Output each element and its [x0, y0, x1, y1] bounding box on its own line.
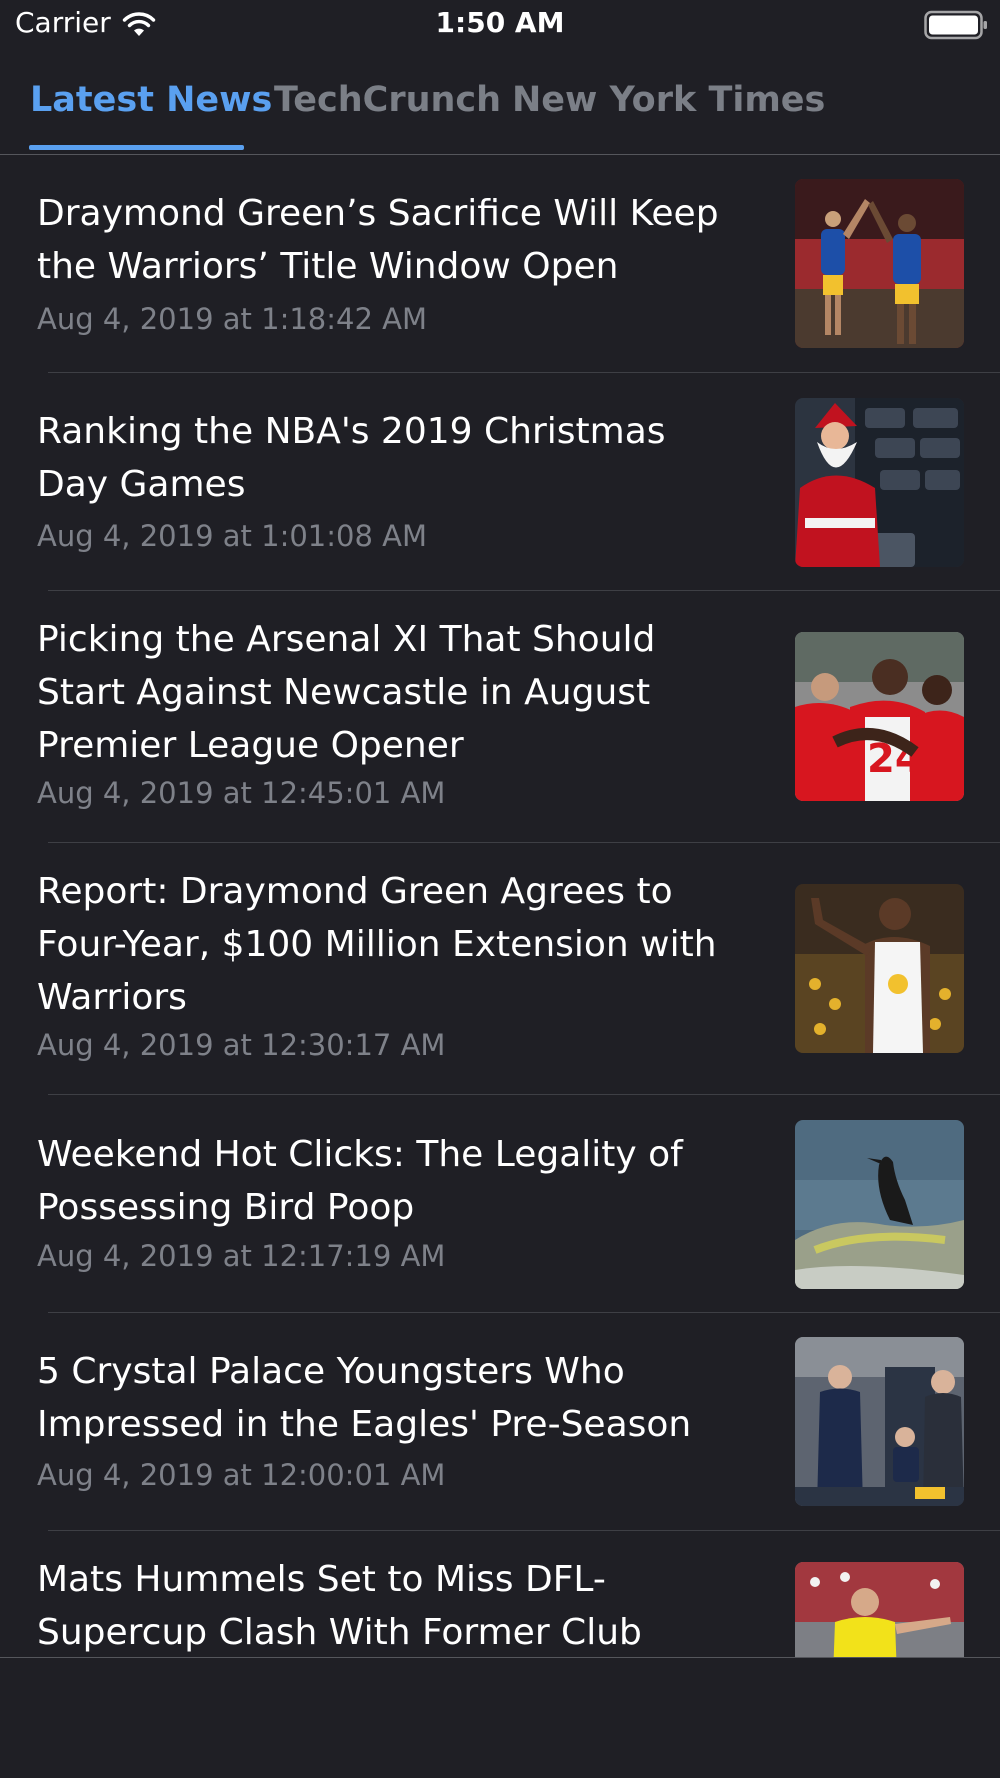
article-title: Draymond Green’s Sacrifice Will Keep the…: [37, 193, 719, 287]
article-thumbnail: [795, 884, 964, 1053]
app-screen: Carrier 1:50 AM Latest News TechCrunch N…: [0, 0, 1000, 1778]
news-item[interactable]: Picking the Arsenal XI That Should Start…: [0, 591, 1000, 843]
article-thumbnail: [795, 1337, 964, 1506]
arsenal-players-celebrating-icon: 24: [795, 632, 964, 801]
tab-techcrunch[interactable]: TechCrunch: [274, 80, 501, 120]
article-date: Aug 4, 2019 at 12:30:17 AM: [37, 1028, 446, 1062]
article-date: Aug 4, 2019 at 1:18:42 AM: [37, 302, 427, 336]
article-title: Picking the Arsenal XI That Should Start…: [37, 619, 656, 766]
news-item[interactable]: Weekend Hot Clicks: The Legality of Poss…: [0, 1095, 1000, 1313]
article-date: Aug 4, 2019 at 1:01:08 AM: [37, 519, 427, 553]
article-date: Aug 4, 2019 at 12:17:19 AM: [37, 1239, 446, 1273]
article-title: Mats Hummels Set to Miss DFL-Supercup Cl…: [37, 1559, 642, 1653]
article-title: 5 Crystal Palace Youngsters Who Impresse…: [37, 1351, 692, 1445]
article-title: Ranking the NBA's 2019 Christmas Day Gam…: [37, 411, 666, 505]
battery-icon: [924, 10, 987, 40]
news-item[interactable]: Ranking the NBA's 2019 Christmas Day Gam…: [0, 373, 1000, 591]
active-tab-indicator: [29, 145, 244, 150]
bottom-bar: [0, 1657, 1000, 1778]
article-thumbnail: [795, 179, 964, 348]
article-title: Weekend Hot Clicks: The Legality of Poss…: [37, 1134, 683, 1228]
article-title: Report: Draymond Green Agrees to Four-Ye…: [37, 871, 717, 1018]
cormorant-on-rock-icon: [795, 1120, 964, 1289]
basketball-players-high-five-icon: [795, 179, 964, 348]
article-date: Aug 4, 2019 at 12:00:01 AM: [37, 1458, 446, 1492]
source-tab-bar: Latest News TechCrunch New York Times: [0, 60, 1000, 155]
article-thumbnail: [795, 1120, 964, 1289]
article-thumbnail: [795, 398, 964, 567]
dortmund-player-icon: [795, 1562, 964, 1657]
santa-claus-in-arena-seats-icon: [795, 398, 964, 567]
status-bar: Carrier 1:50 AM: [0, 0, 1000, 50]
tab-latest-news[interactable]: Latest News: [30, 80, 272, 120]
news-item[interactable]: 5 Crystal Palace Youngsters Who Impresse…: [0, 1313, 1000, 1531]
news-item[interactable]: Draymond Green’s Sacrifice Will Keep the…: [0, 155, 1000, 373]
news-item[interactable]: Report: Draymond Green Agrees to Four-Ye…: [0, 843, 1000, 1095]
tab-new-york-times[interactable]: New York Times: [512, 80, 825, 120]
news-list[interactable]: Draymond Green’s Sacrifice Will Keep the…: [0, 155, 1000, 1657]
article-thumbnail: [795, 1562, 964, 1657]
crystal-palace-bench-icon: [795, 1337, 964, 1506]
article-thumbnail: 24: [795, 632, 964, 801]
news-item[interactable]: Mats Hummels Set to Miss DFL-Supercup Cl…: [0, 1531, 1000, 1657]
article-date: Aug 4, 2019 at 12:45:01 AM: [37, 776, 446, 810]
draymond-green-gesturing-icon: [795, 884, 964, 1053]
clock: 1:50 AM: [435, 6, 565, 39]
